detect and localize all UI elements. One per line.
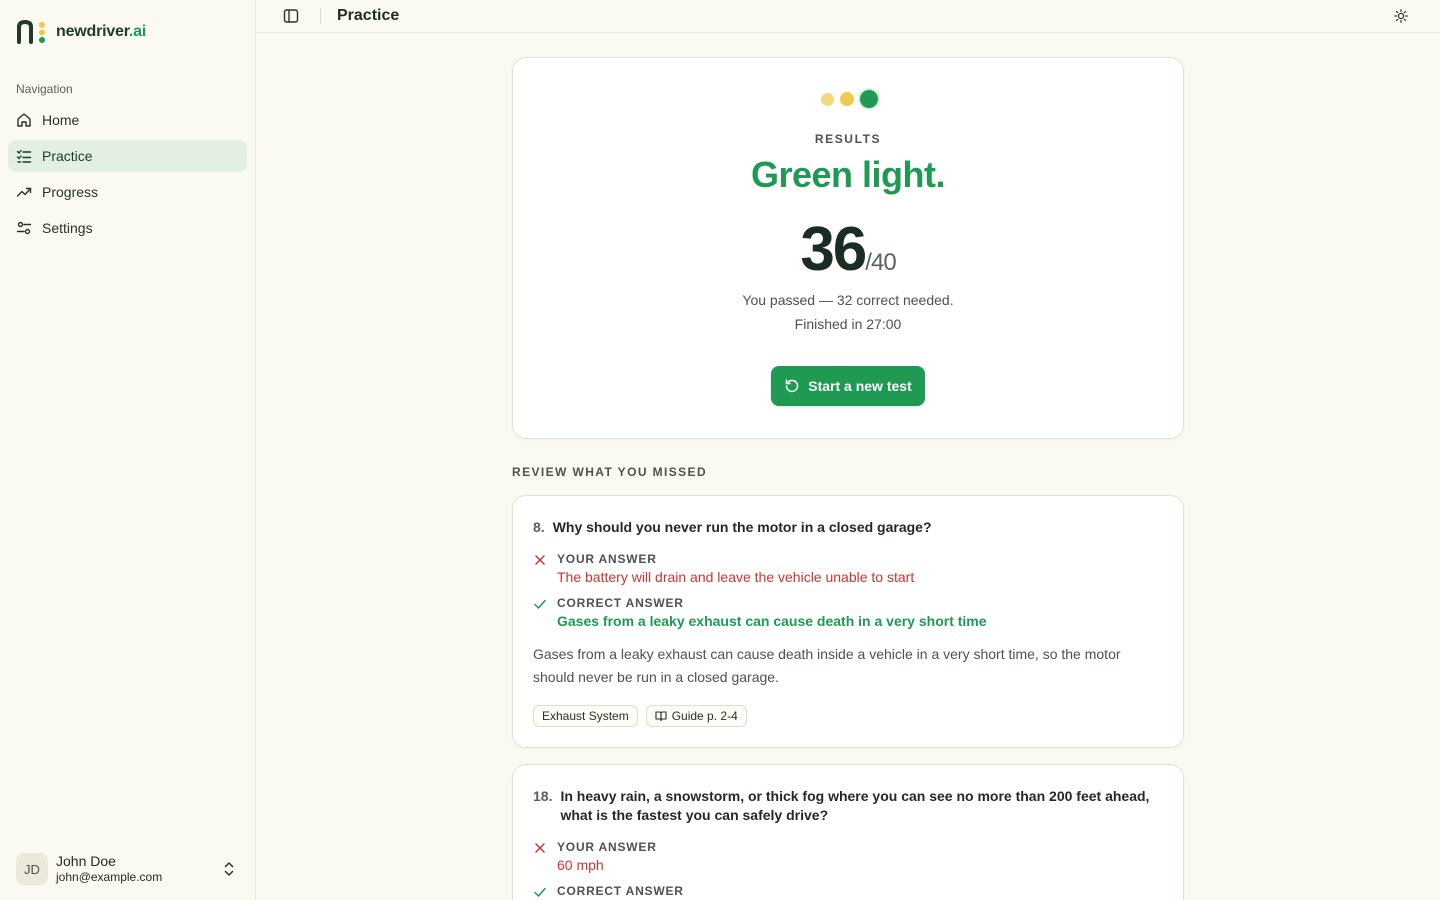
topic-tag: Exhaust System [533,705,638,727]
brand-logo-icon [17,20,45,44]
book-open-icon [655,711,667,722]
result-card: RESULTS Green light. 36/40 You passed — … [512,57,1184,439]
rotate-ccw-icon [786,379,799,393]
your-answer: YOUR ANSWER The battery will drain and l… [533,551,1163,587]
nav-heading: Navigation [16,82,73,96]
x-icon [535,843,545,853]
score: 36/40 [513,214,1183,285]
your-answer: YOUR ANSWER 60 mph [533,839,1163,875]
page-title: Practice [337,7,400,24]
sidebar-item-progress[interactable]: Progress [8,176,247,208]
sidebar-item-settings[interactable]: Settings [8,212,247,244]
topbar-divider [320,8,321,24]
check-icon [534,887,546,897]
correct-answer: CORRECT ANSWER Gases from a leaky exhaus… [533,595,1163,631]
traffic-lights [821,90,878,108]
sun-icon[interactable] [1394,9,1408,23]
x-icon [535,555,545,565]
topbar: Practice [256,0,1440,33]
user-email: john@example.com [56,870,163,885]
missed-question-card: 18. In heavy rain, a snowstorm, or thick… [512,764,1184,900]
result-verdict: Green light. [750,154,946,195]
sidebar-item-label: Home [42,112,80,128]
sliders-icon [16,221,32,235]
sidebar-item-label: Progress [42,184,99,200]
score-value: 36 [800,215,867,284]
question-title: 8. Why should you never run the motor in… [533,518,1163,537]
pass-text: You passed — 32 correct needed. [742,292,954,308]
light-yellow-dim [821,92,834,106]
your-answer-text: 60 mph [557,857,604,873]
missed-question-card: 8. Why should you never run the motor in… [512,495,1184,748]
sidebar-nav: Home Practice Progress Settings [8,104,247,248]
correct-answer-text: Gases from a leaky exhaust can cause dea… [557,613,987,629]
avatar: JD [16,853,48,885]
your-answer-label: YOUR ANSWER [557,552,657,566]
guide-reference-tag[interactable]: Guide p. 2-4 [645,705,747,727]
explanation-text: Gases from a leaky exhaust can cause dea… [533,646,1121,685]
user-info: John Doe john@example.com [56,853,162,884]
light-yellow [840,92,854,106]
question-text: Why should you never run the motor in a … [552,519,932,535]
home-icon [17,113,31,127]
correct-answer-label: CORRECT ANSWER [557,596,684,610]
start-new-test-label: Start a new test [808,378,912,394]
trending-up-icon [16,187,32,197]
light-green [860,90,878,108]
results-label: RESULTS [814,132,882,146]
question-text: In heavy rain, a snowstorm, or thick fog… [560,788,1150,823]
question-number: 8. [533,519,545,535]
review-heading: REVIEW WHAT YOU MISSED [512,465,708,479]
sidebar-item-home[interactable]: Home [8,104,247,136]
check-icon [534,599,546,609]
correct-answer-label: CORRECT ANSWER [557,884,684,898]
chevrons-up-down-icon [224,862,234,876]
score-total: /40 [865,249,896,276]
sidebar: newdriver.ai Navigation Home Practice Pr… [0,0,256,900]
user-name: John Doe [56,853,116,870]
question-tags: Exhaust System Guide p. 2-4 [533,705,1163,727]
list-check-icon [16,149,32,163]
start-new-test-button[interactable]: Start a new test [771,366,925,406]
correct-answer: CORRECT ANSWER [533,883,1163,899]
sidebar-item-label: Settings [42,220,93,236]
your-answer-label: YOUR ANSWER [557,840,657,854]
sidebar-item-practice[interactable]: Practice [8,140,247,172]
sidebar-toggle-icon[interactable] [283,8,299,24]
time-text: Finished in 27:00 [794,316,902,332]
user-menu[interactable]: JD John Doe john@example.com [16,852,240,886]
question-number: 18. [533,788,553,804]
your-answer-text: The battery will drain and leave the veh… [557,569,915,585]
brand-name: newdriver.ai [56,23,147,40]
brand[interactable]: newdriver.ai [16,20,146,44]
question-title: 18. In heavy rain, a snowstorm, or thick… [533,787,1163,825]
sidebar-item-label: Practice [42,148,93,164]
